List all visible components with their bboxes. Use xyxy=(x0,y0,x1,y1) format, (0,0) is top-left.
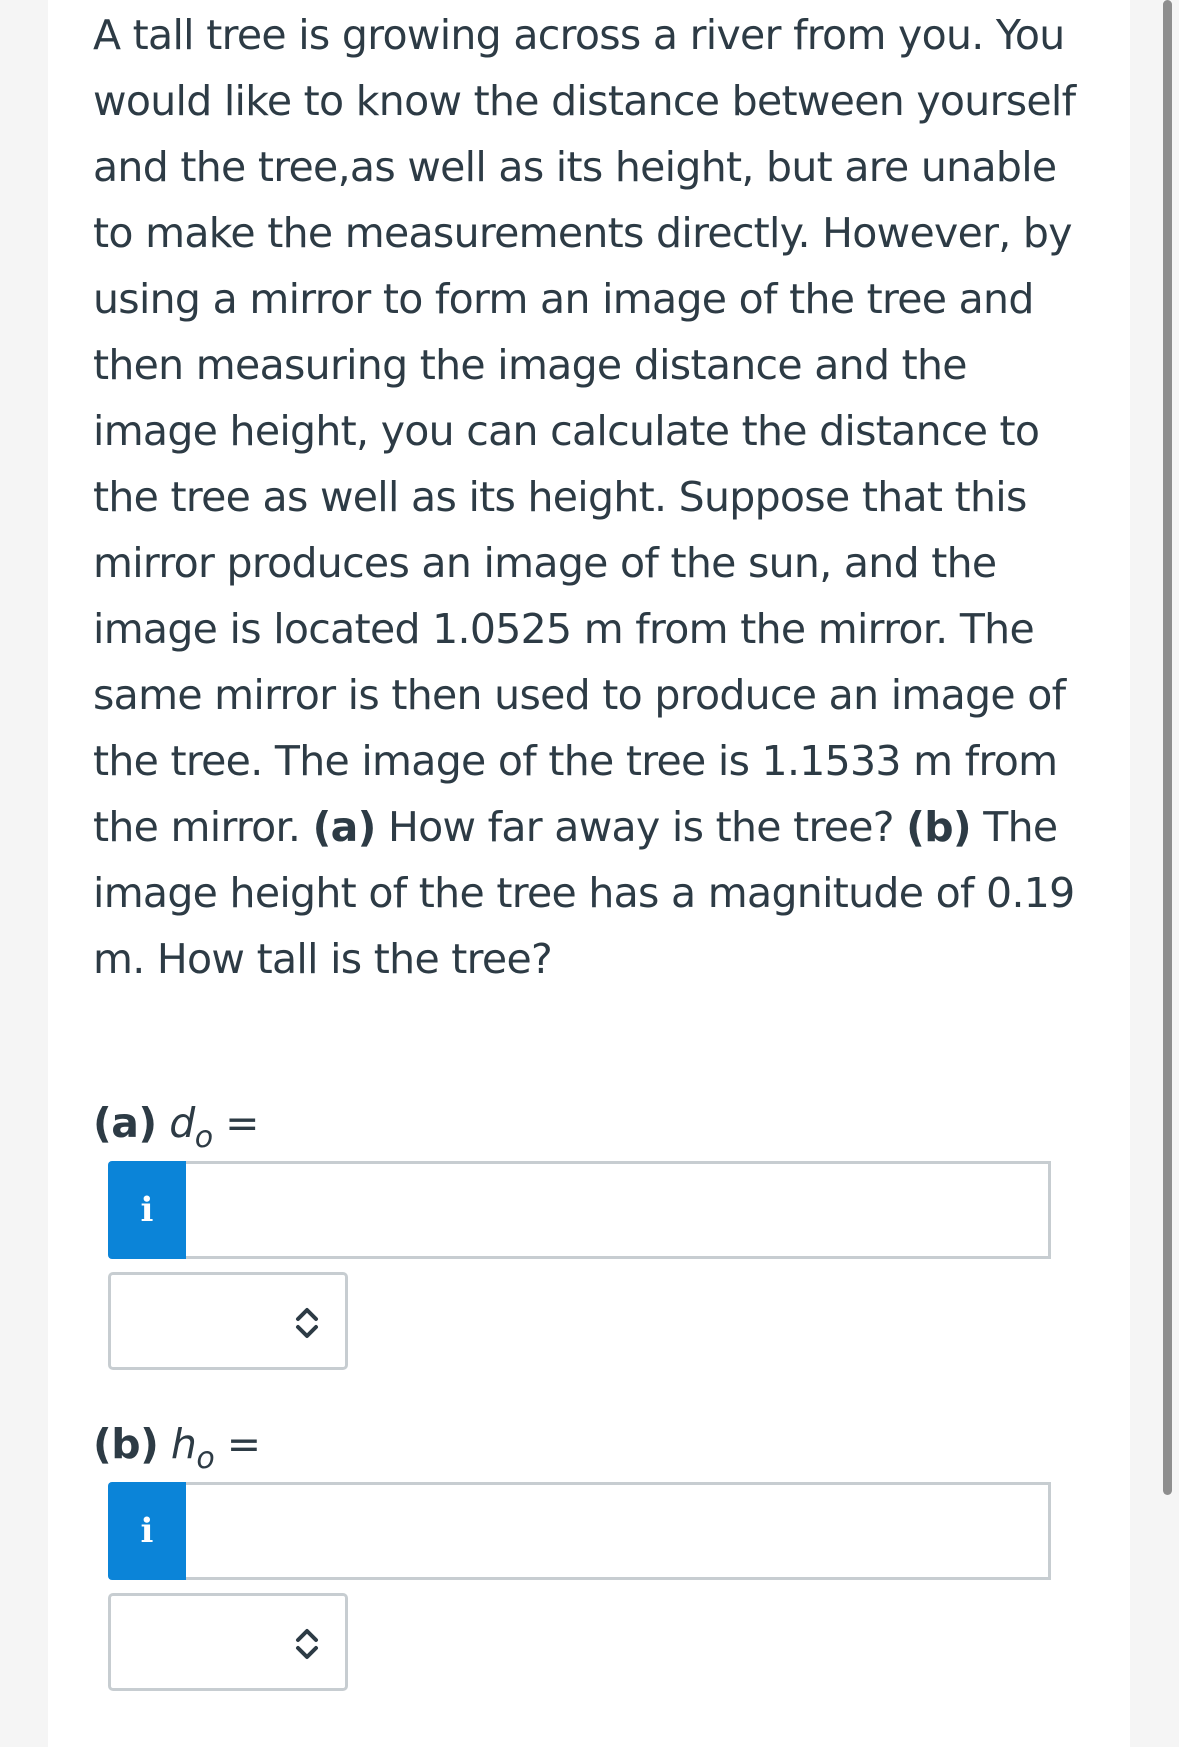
part-a-marker: (a) xyxy=(93,1099,157,1147)
question-text-2: How far away is the tree? xyxy=(375,803,907,851)
chevron-up-down-icon xyxy=(296,1308,318,1338)
part-a-label: (a) do = xyxy=(93,1098,259,1163)
part-b-answer-input[interactable] xyxy=(186,1482,1051,1580)
part-a-unit-select[interactable] xyxy=(108,1272,348,1370)
part-b-equals: = xyxy=(226,1420,261,1468)
question-part-b-marker: (b) xyxy=(906,803,971,851)
part-b-info-button[interactable]: i xyxy=(108,1482,186,1580)
page-scrollbar[interactable] xyxy=(1163,0,1172,1495)
part-b-label: (b) ho = xyxy=(93,1419,261,1484)
part-b-subscript: o xyxy=(196,1441,215,1476)
part-a-variable: d xyxy=(169,1099,195,1147)
info-icon: i xyxy=(140,1190,154,1230)
part-b-unit-select[interactable] xyxy=(108,1593,348,1691)
part-a-answer-input[interactable] xyxy=(186,1161,1051,1259)
part-b-marker: (b) xyxy=(93,1420,159,1468)
question-text: A tall tree is growing across a river fr… xyxy=(93,2,1103,992)
question-text-1: A tall tree is growing across a river fr… xyxy=(93,11,1076,851)
part-a-subscript: o xyxy=(194,1120,213,1155)
part-a-equals: = xyxy=(225,1099,259,1147)
part-b-variable: h xyxy=(170,1420,197,1468)
part-a-info-button[interactable]: i xyxy=(108,1161,186,1259)
chevron-up-down-icon xyxy=(296,1629,318,1659)
info-icon: i xyxy=(140,1511,154,1551)
question-part-a-marker: (a) xyxy=(312,803,377,851)
part-a-answer-row: i xyxy=(108,1161,1051,1259)
part-b-answer-row: i xyxy=(108,1482,1051,1580)
